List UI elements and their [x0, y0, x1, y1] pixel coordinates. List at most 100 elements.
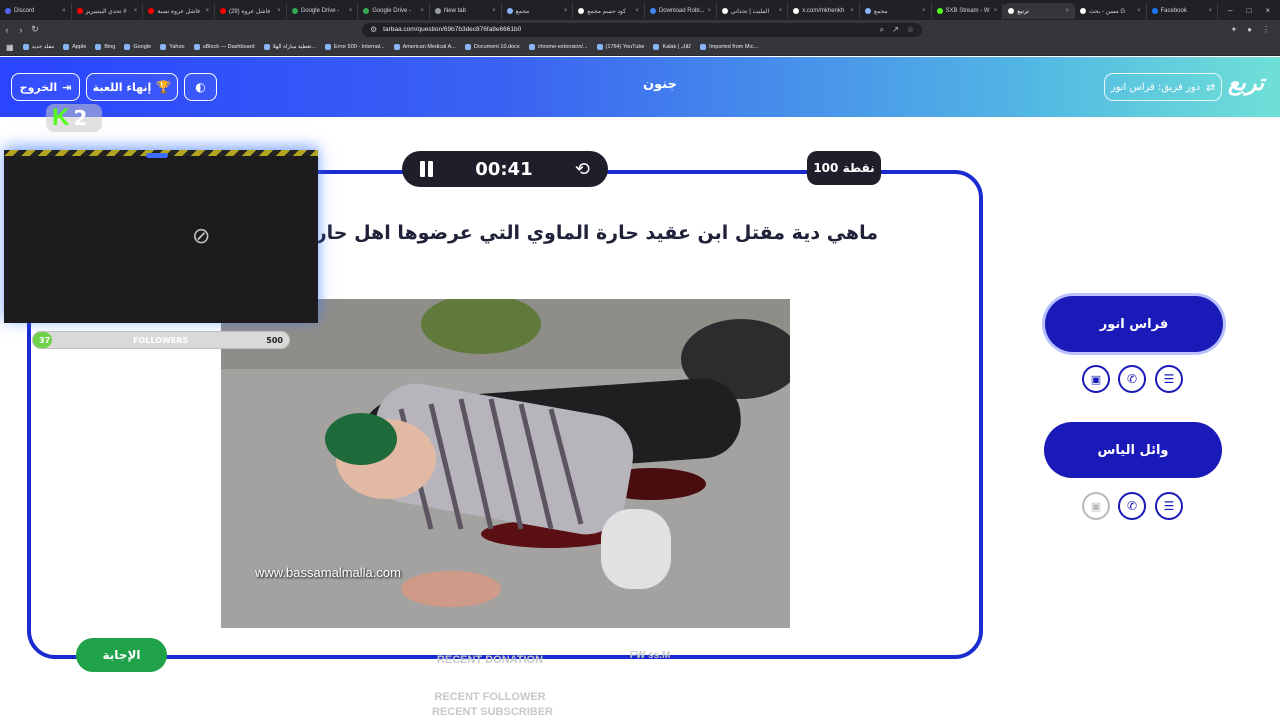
browser-tab[interactable]: New tab × — [430, 3, 502, 19]
pause-button[interactable] — [420, 161, 433, 177]
browser-tab[interactable]: فاشل عروة نسبة × — [143, 3, 215, 19]
tab-close-icon[interactable]: × — [420, 8, 424, 14]
team-button-2[interactable]: وائل الياس — [1044, 422, 1222, 478]
browser-tab[interactable]: Download Robl... × — [645, 3, 717, 19]
tab-close-icon[interactable]: × — [1137, 8, 1141, 14]
forward-icon[interactable]: › — [14, 25, 28, 35]
minimize-icon[interactable]: – — [1228, 6, 1232, 15]
bookmark-icon — [700, 44, 707, 50]
profile-icon[interactable]: ● — [1247, 25, 1252, 34]
tab-close-icon[interactable]: × — [1209, 8, 1213, 14]
team-button-1[interactable]: فراس انور — [1045, 296, 1223, 352]
extensions-icon[interactable]: ✦ — [1230, 25, 1237, 34]
share-icon[interactable]: ↗ — [892, 25, 899, 35]
kick-count: 2 — [73, 106, 88, 130]
tab-close-icon[interactable]: × — [205, 8, 209, 14]
bookmark-item[interactable]: Google — [124, 44, 151, 50]
site-info-icon[interactable]: ⚙ — [370, 25, 377, 34]
tab-close-icon[interactable]: × — [62, 8, 66, 14]
tab-close-icon[interactable]: × — [349, 8, 353, 14]
tab-close-icon[interactable]: × — [994, 8, 998, 14]
tab-favicon-icon — [721, 8, 728, 14]
team1-lifeline-call[interactable]: ✆ — [1118, 365, 1146, 393]
browser-tab[interactable]: ترتيع × — [1003, 3, 1075, 19]
answer-button[interactable]: الإجابة — [76, 638, 167, 672]
tab-favicon-icon — [76, 8, 83, 14]
bookmark-item[interactable]: chrome-extension/... — [528, 44, 588, 50]
bookmark-item[interactable]: مقلد جديد — [22, 44, 54, 50]
bookmark-item[interactable]: Apple — [63, 44, 86, 50]
team2-lifeline-picture[interactable]: ▣ — [1082, 492, 1110, 520]
tab-title: مجمع — [873, 8, 888, 15]
tab-close-icon[interactable]: × — [564, 8, 568, 14]
bookmark-item[interactable]: American Medical A... — [393, 44, 456, 50]
restart-timer-icon[interactable]: ⟲ — [575, 159, 590, 180]
bookmark-item[interactable]: (1764) YouTube — [596, 44, 644, 50]
team2-lifeline-call[interactable]: ✆ — [1118, 492, 1146, 520]
browser-tab[interactable]: المليت | تحداني × — [717, 3, 789, 19]
tab-close-icon[interactable]: × — [492, 8, 496, 14]
end-game-label: إنهاء اللعبة — [92, 80, 152, 94]
tab-close-icon[interactable]: × — [277, 8, 281, 14]
image-swap-icon: ▣ — [1090, 372, 1102, 386]
apps-grid-icon[interactable]: ▦ — [6, 43, 14, 52]
browser-tab[interactable]: Google Drive - × — [287, 3, 359, 19]
reload-icon[interactable]: ↻ — [28, 24, 42, 35]
team1-lifeline-options[interactable]: ☰ — [1155, 365, 1183, 393]
bookmark-item[interactable]: Yahoo — [160, 44, 185, 50]
zoom-icon[interactable]: ⌕ — [880, 25, 884, 35]
turn-indicator[interactable]: دور فريق: فراس انور ⇄ — [1104, 73, 1222, 101]
browser-tab[interactable]: كود حسم مجمع × — [573, 3, 645, 19]
bookmark-item[interactable]: Kalak | كلاك — [653, 44, 691, 50]
tab-close-icon[interactable]: × — [922, 8, 926, 14]
browser-tab[interactable]: (29) فاشل عروة × — [215, 3, 287, 19]
timer-pill: 00:41 ⟲ — [402, 151, 608, 187]
tab-title: (29) فاشل عروة — [228, 8, 271, 15]
tab-favicon-icon — [506, 8, 513, 14]
palette-button[interactable]: ◐ — [184, 73, 217, 101]
bookmark-item[interactable]: uBlock — Dashboard — [193, 44, 255, 50]
bookmark-item[interactable]: Imported from Mic... — [700, 44, 758, 50]
menu-icon[interactable]: ⋮ — [1262, 25, 1270, 34]
bookmark-label: Kalak | كلاك — [662, 44, 692, 50]
address-bar[interactable]: ⚙ tarbaa.com/question/69b7b3dec876fa8e66… — [362, 22, 922, 37]
bookmark-label: Imported from Mic... — [709, 44, 759, 50]
team1-lifeline-picture[interactable]: ▣ — [1082, 365, 1110, 393]
browser-tab[interactable]: مجمع × — [502, 3, 574, 19]
window-controls: – □ × — [1218, 6, 1280, 15]
browser-tab[interactable]: مجمع × — [860, 3, 932, 19]
bookmark-item[interactable]: Bing — [95, 44, 115, 50]
tab-close-icon[interactable]: × — [779, 8, 783, 14]
team2-lifeline-options[interactable]: ☰ — [1155, 492, 1183, 520]
tab-close-icon[interactable]: × — [1065, 8, 1069, 14]
browser-tab[interactable]: مسن - بحث G × — [1075, 3, 1147, 19]
exit-button[interactable]: الخروج ⇥ — [11, 73, 80, 101]
browser-tab[interactable]: Google Drive - × — [358, 3, 430, 19]
back-icon[interactable]: ‹ — [0, 25, 14, 35]
window-close-icon[interactable]: × — [1265, 6, 1270, 15]
browser-tab[interactable]: Facebook × — [1147, 3, 1219, 19]
tab-title: كود حسم مجمع — [587, 8, 627, 15]
end-game-button[interactable]: إنهاء اللعبة 🏆 — [86, 73, 178, 101]
bookmark-star-icon[interactable]: ☆ — [907, 25, 914, 35]
tab-close-icon[interactable]: × — [635, 8, 639, 14]
browser-tab[interactable]: تحدي البيتبيريز # × — [72, 3, 144, 19]
tab-close-icon[interactable]: × — [850, 8, 854, 14]
bookmark-label: Error 500 - Internal... — [333, 44, 385, 50]
maximize-icon[interactable]: □ — [1247, 6, 1252, 15]
tab-close-icon[interactable]: × — [708, 8, 712, 14]
bookmark-item[interactable]: Error 500 - Internal... — [324, 44, 385, 50]
logo[interactable]: تربع — [1228, 71, 1264, 96]
ghost-name: FW ss.M — [629, 650, 671, 661]
bookmark-label: تغطية مباراة الهلا... — [272, 44, 316, 50]
browser-tab[interactable]: x.com/mkhenkh × — [788, 3, 860, 19]
bookmark-item[interactable]: تغطية مباراة الهلا... — [263, 44, 316, 50]
bookmark-item[interactable]: Document 10.docx — [464, 44, 520, 50]
tab-title: Google Drive - — [372, 8, 411, 14]
browser-tab[interactable]: SXB Stream - W × — [932, 3, 1004, 19]
browser-tab[interactable]: Discord × — [0, 3, 72, 19]
tab-close-icon[interactable]: × — [134, 8, 138, 14]
bookmark-icon — [393, 44, 400, 50]
palette-icon: ◐ — [195, 80, 206, 94]
tab-title: تحدي البيتبيريز # — [85, 8, 127, 15]
